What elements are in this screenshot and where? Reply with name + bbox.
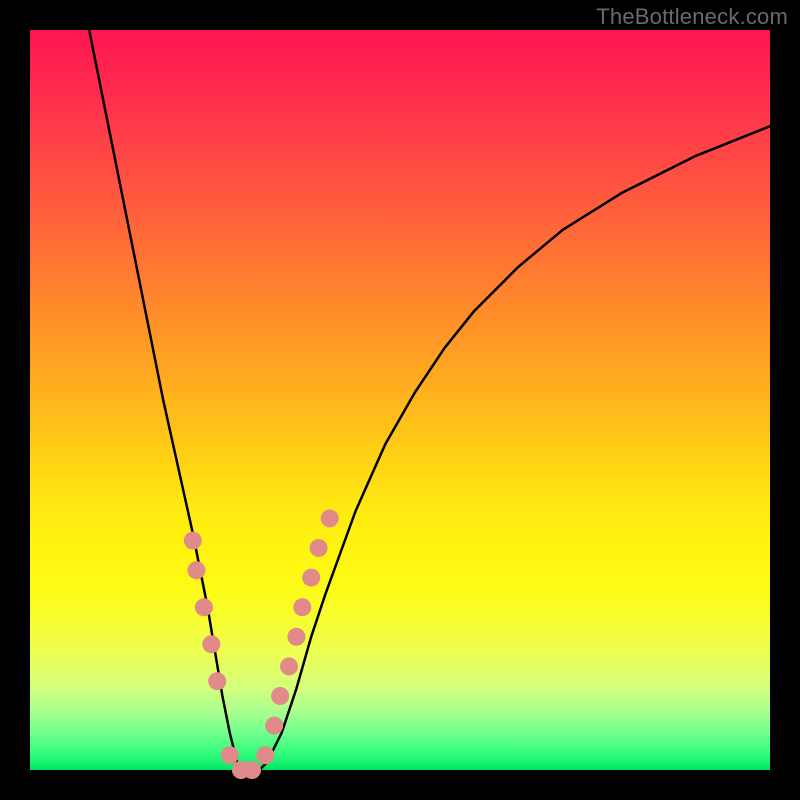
- bottleneck-curve: [89, 30, 770, 770]
- curve-svg: [30, 30, 770, 770]
- chart-frame: TheBottleneck.com: [0, 0, 800, 800]
- watermark-text: TheBottleneck.com: [596, 4, 788, 30]
- highlight-dot: [265, 717, 283, 735]
- highlight-dot: [302, 569, 320, 587]
- highlight-dot: [293, 598, 311, 616]
- highlight-dot: [280, 657, 298, 675]
- highlight-dot: [184, 532, 202, 550]
- bottleneck-curve-path: [89, 30, 770, 770]
- highlight-dot: [202, 635, 220, 653]
- highlight-dots: [184, 509, 339, 779]
- highlight-dot: [271, 687, 289, 705]
- highlight-dot: [287, 628, 305, 646]
- highlight-dot: [321, 509, 339, 527]
- highlight-dot: [208, 672, 226, 690]
- highlight-dot: [195, 598, 213, 616]
- highlight-dot: [256, 746, 274, 764]
- plot-area: [30, 30, 770, 770]
- highlight-dot: [221, 746, 239, 764]
- highlight-dot: [188, 561, 206, 579]
- highlight-dot: [243, 761, 261, 779]
- highlight-dot: [310, 539, 328, 557]
